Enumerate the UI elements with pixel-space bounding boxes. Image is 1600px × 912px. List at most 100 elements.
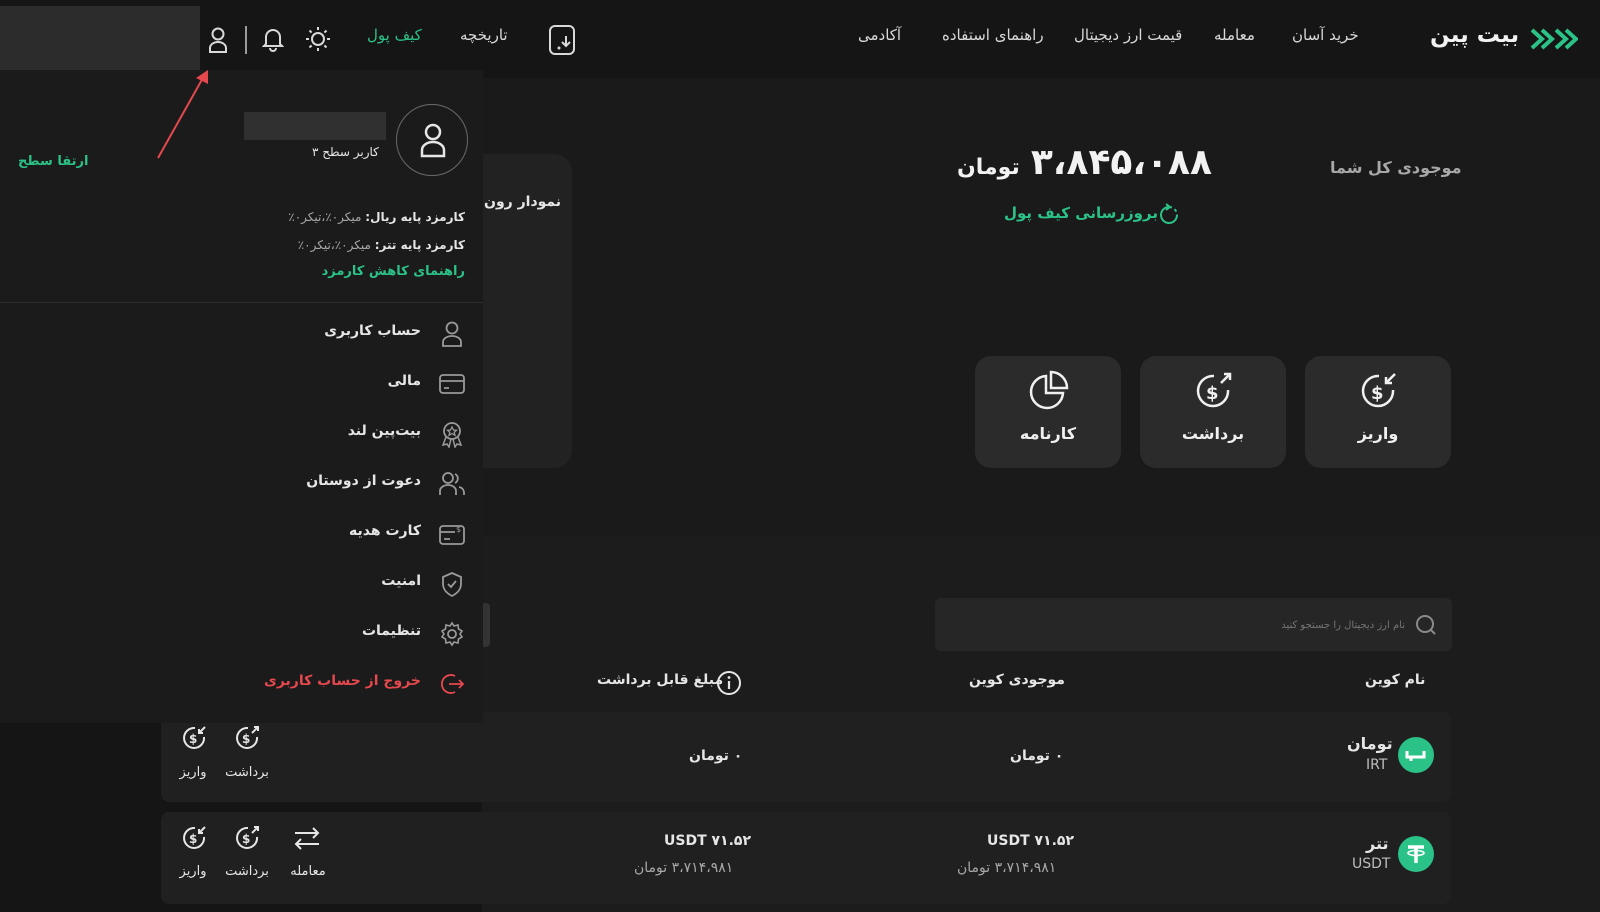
nav-wallet[interactable]: کیف پول xyxy=(367,26,422,44)
withdraw-icon[interactable]: $ xyxy=(233,824,261,852)
coin-withdrawable-toman: ۳،۷۱۴،۹۸۱ تومان xyxy=(634,860,734,876)
deposit-icon[interactable]: $ xyxy=(180,824,208,852)
menu-label: کارت هدیه xyxy=(349,523,421,539)
withdraw-label: برداشت xyxy=(1181,424,1245,443)
shield-icon xyxy=(439,570,465,598)
menu-financial[interactable]: مالی xyxy=(0,361,483,407)
deposit-icon: $ xyxy=(1357,370,1399,412)
withdraw-icon[interactable]: $ xyxy=(233,724,261,752)
nav-trade[interactable]: معامله xyxy=(1214,26,1255,44)
trend-chart-title: نمودار رون xyxy=(484,194,562,210)
avatar[interactable] xyxy=(396,104,468,176)
coin-balance: ۷۱.۵۲ USDT xyxy=(987,833,1074,849)
coin-symbol: USDT xyxy=(1352,856,1391,872)
menu-label: مالی xyxy=(387,373,421,389)
annotation-arrow-icon xyxy=(154,66,214,162)
card-icon xyxy=(439,370,465,398)
profile-user-icon[interactable] xyxy=(208,26,228,54)
deposit-icon[interactable]: $ xyxy=(180,724,208,752)
nav-history[interactable]: تاریخچه xyxy=(460,26,508,44)
header-withdrawable: مبلغ قابل برداشت xyxy=(597,672,724,688)
pie-chart-icon xyxy=(1027,370,1069,412)
menu-label: حساب کاربری xyxy=(324,323,421,339)
fee-rial-label: کارمزد پایه ریال: xyxy=(365,210,465,224)
deposit-label: واریز xyxy=(1357,424,1399,443)
menu-label: امنیت xyxy=(381,573,421,589)
refresh-icon xyxy=(1156,202,1182,228)
coin-balance-toman: ۳،۷۱۴،۹۸۱ تومان xyxy=(957,860,1057,876)
svg-text:$: $ xyxy=(456,525,461,534)
fee-reduction-guide-link[interactable]: راهنمای کاهش کارمزد xyxy=(322,264,465,279)
nav-crypto-price[interactable]: قیمت ارز دیجیتال xyxy=(1074,26,1182,44)
row-withdraw-label[interactable]: برداشت xyxy=(222,864,272,879)
menu-label: تنظیمات xyxy=(361,623,421,639)
header-divider xyxy=(245,26,247,54)
logo[interactable]: بیت پین xyxy=(1430,22,1580,56)
header-coin-name: نام کوین xyxy=(1365,672,1426,688)
fee-rial-value: میکر۰٪،تیکر۰٪ xyxy=(288,210,362,224)
menu-label: دعوت از دوستان xyxy=(306,473,421,489)
withdraw-button[interactable]: $ برداشت xyxy=(1140,356,1286,468)
profile-dropdown: ارتقا سطح کاربر سطح ۳ کارمزد پایه ریال: … xyxy=(0,70,483,723)
gift-card-icon: $ xyxy=(439,520,465,548)
report-card-button[interactable]: کارنامه xyxy=(975,356,1121,468)
total-balance-label: موجودی کل شما xyxy=(1330,158,1462,177)
nav-guide[interactable]: راهنمای استفاده xyxy=(942,26,1044,44)
row-trade-label[interactable]: معامله xyxy=(283,864,333,879)
logout-icon xyxy=(439,670,465,698)
info-icon[interactable] xyxy=(716,670,742,696)
menu-bitpin-land[interactable]: بیت‌پین لند xyxy=(0,411,483,457)
fee-usdt: کارمزد پایه تتر: میکر۰٪،تیکر۰٪ xyxy=(298,238,465,252)
trade-arrows-icon[interactable] xyxy=(292,824,322,852)
coin-name: تومان xyxy=(1347,734,1393,753)
svg-text:$: $ xyxy=(242,732,250,746)
svg-text:$: $ xyxy=(1206,383,1219,404)
toman-coin-icon xyxy=(1398,737,1434,773)
menu-security[interactable]: امنیت xyxy=(0,561,483,607)
menu-logout[interactable]: خروج از حساب کاربری xyxy=(0,661,483,707)
menu-user-account[interactable]: حساب کاربری xyxy=(0,311,483,357)
row-deposit-label[interactable]: واریز xyxy=(168,864,218,879)
table-row xyxy=(161,812,1451,904)
withdraw-icon: $ xyxy=(1192,370,1234,412)
report-card-label: کارنامه xyxy=(1019,424,1077,443)
refresh-wallet-label: بروزرسانی کیف پول xyxy=(1004,204,1158,222)
menu-label: بیت‌پین لند xyxy=(347,423,421,439)
deposit-button[interactable]: $ واریز xyxy=(1305,356,1451,468)
tether-coin-icon xyxy=(1398,836,1434,872)
redacted-username-box xyxy=(0,6,200,70)
coin-balance: ۰ تومان xyxy=(1010,748,1064,764)
fee-usdt-value: میکر۰٪،تیکر۰٪ xyxy=(297,238,371,252)
coin-search-box[interactable] xyxy=(935,598,1452,651)
logo-mark-icon xyxy=(1530,28,1578,50)
table-row xyxy=(161,712,1451,802)
row-deposit-label[interactable]: واریز xyxy=(168,765,218,780)
upgrade-level-link[interactable]: ارتقا سطح xyxy=(18,154,88,169)
gear-icon xyxy=(439,620,465,648)
search-icon xyxy=(1415,614,1437,636)
coin-symbol: IRT xyxy=(1366,757,1388,773)
coin-withdrawable: ۰ تومان xyxy=(689,748,743,764)
svg-text:$: $ xyxy=(189,832,197,846)
search-input[interactable] xyxy=(955,610,1405,640)
theme-toggle-icon[interactable] xyxy=(305,26,331,52)
row-withdraw-label[interactable]: برداشت xyxy=(222,765,272,780)
menu-gift-card[interactable]: $ کارت هدیه xyxy=(0,511,483,557)
coin-withdrawable: ۷۱.۵۲ USDT xyxy=(664,833,751,849)
nav-academy[interactable]: آکادمی xyxy=(858,26,901,44)
logo-text: بیت پین xyxy=(1430,22,1520,48)
nav-easy-buy[interactable]: خرید آسان xyxy=(1292,26,1359,44)
notification-bell-icon[interactable] xyxy=(262,26,284,52)
refresh-wallet-button[interactable]: بروزرسانی کیف پول xyxy=(1004,200,1184,228)
app-download-icon[interactable] xyxy=(548,24,576,56)
dropdown-divider xyxy=(0,302,483,303)
fee-rial: کارمزد پایه ریال: میکر۰٪،تیکر۰٪ xyxy=(288,210,465,224)
redacted-name-box xyxy=(244,112,386,140)
menu-invite-friends[interactable]: دعوت از دوستان xyxy=(0,461,483,507)
menu-logout-label: خروج از حساب کاربری xyxy=(264,673,421,689)
total-balance-value: ۳،۸۴۵،۰۸۸ تومان xyxy=(957,142,1212,192)
menu-settings[interactable]: تنظیمات xyxy=(0,611,483,657)
fee-usdt-label: کارمزد پایه تتر: xyxy=(374,238,465,252)
user-icon xyxy=(439,320,465,348)
user-level-label: کاربر سطح ۳ xyxy=(312,145,379,159)
